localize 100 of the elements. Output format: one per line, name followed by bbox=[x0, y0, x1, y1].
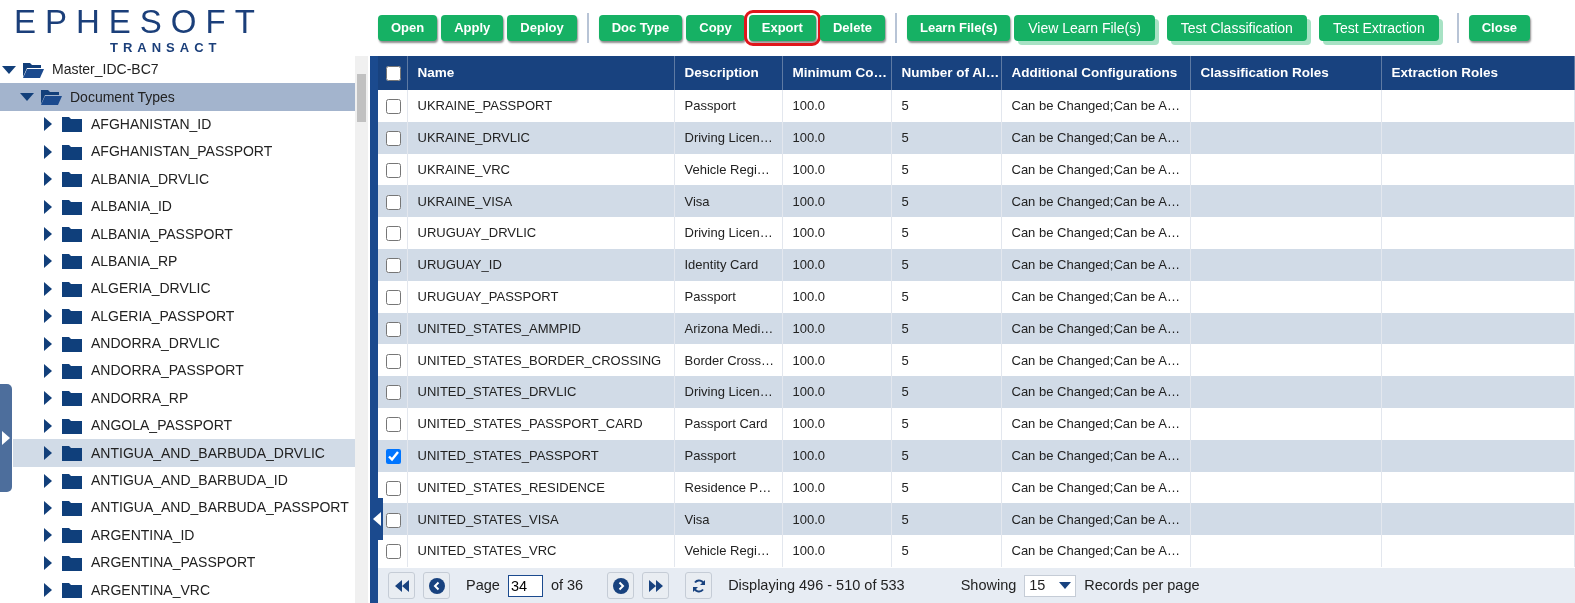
tree-label: ALGERIA_DRVLIC bbox=[91, 279, 211, 299]
column-header[interactable]: Description bbox=[674, 56, 782, 90]
row-checkbox[interactable] bbox=[386, 417, 401, 433]
table-cell: 100.0 bbox=[782, 185, 891, 218]
tree-label: ANDORRA_PASSPORT bbox=[91, 361, 244, 381]
tree-item[interactable]: ARGENTINA_PASSPORT bbox=[13, 549, 355, 577]
tree-label: ARGENTINA_PASSPORT bbox=[91, 553, 256, 573]
row-checkbox[interactable] bbox=[386, 385, 401, 401]
folder-icon bbox=[61, 142, 83, 161]
last-page-button[interactable] bbox=[642, 572, 670, 599]
select-all-checkbox[interactable] bbox=[386, 65, 401, 81]
table-cell: Can be Changed;Can be A… bbox=[1001, 503, 1190, 536]
column-header[interactable]: Minimum Co… bbox=[782, 56, 891, 90]
row-checkbox[interactable] bbox=[386, 512, 401, 528]
expand-panel-tab[interactable] bbox=[0, 384, 12, 492]
folder-icon bbox=[61, 553, 83, 572]
tree-item[interactable]: AFGHANISTAN_ID bbox=[13, 110, 355, 139]
row-checkbox[interactable] bbox=[386, 544, 401, 560]
tree-label: ANDORRA_RP bbox=[91, 388, 189, 408]
row-checkbox[interactable] bbox=[386, 258, 401, 274]
next-page-button[interactable] bbox=[607, 572, 635, 599]
scrollbar[interactable] bbox=[355, 56, 368, 603]
row-checkbox[interactable] bbox=[386, 448, 401, 464]
tree-item[interactable]: ALBANIA_ID bbox=[13, 192, 355, 221]
logo-subtitle: TRANSACT bbox=[110, 38, 223, 57]
folder-icon bbox=[61, 498, 83, 517]
table-cell: Driving Licen… bbox=[674, 217, 782, 249]
table-cell: 100.0 bbox=[782, 503, 891, 536]
tree-item[interactable]: ALBANIA_RP bbox=[13, 247, 355, 276]
table-cell: Can be Changed;Can be A… bbox=[1001, 280, 1190, 313]
table-cell: Can be Changed;Can be A… bbox=[1001, 217, 1190, 249]
page-size-select[interactable]: 15 bbox=[1024, 574, 1077, 597]
folder-icon bbox=[61, 170, 83, 189]
row-checkbox[interactable] bbox=[386, 290, 401, 305]
row-checkbox[interactable] bbox=[386, 226, 401, 242]
table-cell: Driving Licen… bbox=[674, 121, 782, 154]
table-cell: Vehicle Regi… bbox=[674, 535, 782, 567]
triangle-left-icon bbox=[372, 512, 381, 526]
expand-toggle-icon[interactable] bbox=[18, 93, 36, 102]
column-header[interactable]: Additional Configurations bbox=[1001, 56, 1190, 90]
tree-item[interactable]: ALGERIA_DRVLIC bbox=[13, 275, 355, 303]
refresh-icon bbox=[691, 578, 706, 593]
table-cell: 100.0 bbox=[782, 217, 891, 249]
table-cell: Can be Changed;Can be A… bbox=[1001, 185, 1190, 218]
row-checkbox[interactable] bbox=[386, 131, 401, 146]
row-checkbox[interactable] bbox=[386, 194, 401, 210]
tree-item[interactable]: ARGENTINA_VRC bbox=[13, 576, 355, 603]
table-cell: 100.0 bbox=[782, 280, 891, 313]
table-cell: URUGUAY_ID bbox=[407, 249, 674, 281]
table-cell: 5 bbox=[891, 185, 1001, 218]
tree-item[interactable]: Master_IDC-BC7 bbox=[0, 56, 355, 84]
row-checkbox[interactable] bbox=[386, 321, 401, 337]
first-page-button[interactable] bbox=[388, 572, 415, 599]
folder-icon bbox=[61, 526, 83, 545]
tree-label: ALGERIA_PASSPORT bbox=[91, 306, 235, 326]
table-cell: UNITED_STATES_DRVLIC bbox=[407, 376, 674, 408]
row-checkbox[interactable] bbox=[386, 480, 401, 496]
table-cell: URUGUAY_DRVLIC bbox=[407, 217, 674, 249]
row-checkbox[interactable] bbox=[386, 99, 401, 115]
tree-item[interactable]: ANTIGUA_AND_BARBUDA_DRVLIC bbox=[13, 439, 355, 467]
column-header[interactable]: Classification Roles bbox=[1190, 56, 1381, 90]
table-cell: UNITED_STATES_AMMPID bbox=[407, 312, 674, 345]
row-checkbox[interactable] bbox=[386, 162, 401, 178]
table-cell: 5 bbox=[891, 249, 1001, 281]
table-cell: 5 bbox=[891, 217, 1001, 249]
column-header[interactable]: Extraction Roles bbox=[1381, 56, 1575, 90]
folder-icon bbox=[61, 416, 83, 435]
table-cell: Passport bbox=[674, 90, 782, 122]
tree-item[interactable]: Document Types bbox=[0, 83, 355, 111]
tree-label: ANTIGUA_AND_BARBUDA_DRVLIC bbox=[91, 443, 325, 463]
tree-item[interactable]: ANTIGUA_AND_BARBUDA_ID bbox=[13, 466, 355, 495]
table-cell: Can be Changed;Can be A… bbox=[1001, 407, 1190, 440]
column-header[interactable]: Name bbox=[407, 56, 674, 90]
page-input[interactable]: 34 bbox=[507, 574, 543, 597]
expand-toggle-icon[interactable] bbox=[0, 65, 18, 74]
folder-icon bbox=[61, 334, 83, 353]
table-cell: UNITED_STATES_PASSPORT_CARD bbox=[407, 407, 674, 440]
tree-item[interactable]: ARGENTINA_ID bbox=[13, 521, 355, 550]
tree-item[interactable]: ALGERIA_PASSPORT bbox=[13, 302, 355, 330]
records-per-page-label: Records per page bbox=[1084, 575, 1200, 595]
tree-item[interactable]: AFGHANISTAN_PASSPORT bbox=[13, 138, 355, 166]
previous-page-button[interactable] bbox=[423, 572, 450, 599]
tree-item[interactable]: ANTIGUA_AND_BARBUDA_PASSPORT bbox=[13, 494, 355, 522]
triangle-right-icon bbox=[2, 431, 10, 445]
refresh-button[interactable] bbox=[685, 572, 713, 599]
displaying-text: Displaying 496 - 510 of 533 bbox=[728, 575, 905, 595]
tree-item[interactable]: ANGOLA_PASSPORT bbox=[13, 412, 355, 440]
table-cell: Can be Changed;Can be A… bbox=[1001, 376, 1190, 408]
table-cell: 5 bbox=[891, 121, 1001, 154]
tree-item[interactable]: ANDORRA_DRVLIC bbox=[13, 329, 355, 358]
table-cell: 5 bbox=[891, 439, 1001, 472]
tree-item[interactable]: ANDORRA_RP bbox=[13, 384, 355, 413]
tree-label: AFGHANISTAN_ID bbox=[91, 114, 212, 134]
tree-item[interactable]: ALBANIA_PASSPORT bbox=[13, 220, 355, 248]
tree-item[interactable]: ALBANIA_DRVLIC bbox=[13, 165, 355, 193]
table-cell: Driving Licen… bbox=[674, 376, 782, 408]
tree-item[interactable]: ANDORRA_PASSPORT bbox=[13, 357, 355, 385]
table-cell: 5 bbox=[891, 503, 1001, 536]
row-checkbox[interactable] bbox=[386, 353, 401, 369]
column-header[interactable]: Number of Al… bbox=[891, 56, 1001, 90]
